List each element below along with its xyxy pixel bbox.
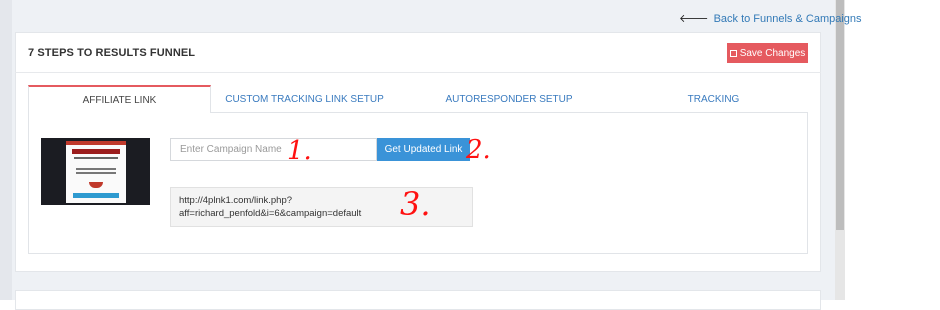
save-icon xyxy=(729,49,737,57)
tab-custom-tracking-link-setup[interactable]: CUSTOM TRACKING LINK SETUP xyxy=(211,85,398,113)
page-title: 7 STEPS TO RESULTS FUNNEL xyxy=(28,47,196,59)
header-divider xyxy=(15,72,821,73)
get-updated-link-button[interactable]: Get Updated Link xyxy=(377,138,470,161)
left-sidebar-edge xyxy=(0,0,12,300)
annotation-1: 1. xyxy=(287,136,312,166)
save-button-label: Save Changes xyxy=(739,47,806,59)
funnel-thumbnail xyxy=(41,138,150,205)
arrow-left-icon: 🡐 xyxy=(679,13,709,25)
tab-autoresponder-setup[interactable]: AUTORESPONDER SETUP xyxy=(398,85,620,113)
tab-tracking[interactable]: TRACKING xyxy=(620,85,807,113)
back-link-label: Back to Funnels & Campaigns xyxy=(713,13,862,25)
tab-affiliate-link[interactable]: AFFILIATE LINK xyxy=(28,85,211,113)
annotation-3: 3. xyxy=(400,185,431,223)
campaign-name-input[interactable] xyxy=(170,138,377,161)
next-card xyxy=(15,290,821,310)
save-changes-button[interactable]: Save Changes xyxy=(727,43,808,63)
scrollbar-thumb[interactable] xyxy=(836,0,844,230)
annotation-2: 2. xyxy=(466,135,491,165)
back-to-funnels-link[interactable]: 🡐 Back to Funnels & Campaigns xyxy=(679,11,862,25)
